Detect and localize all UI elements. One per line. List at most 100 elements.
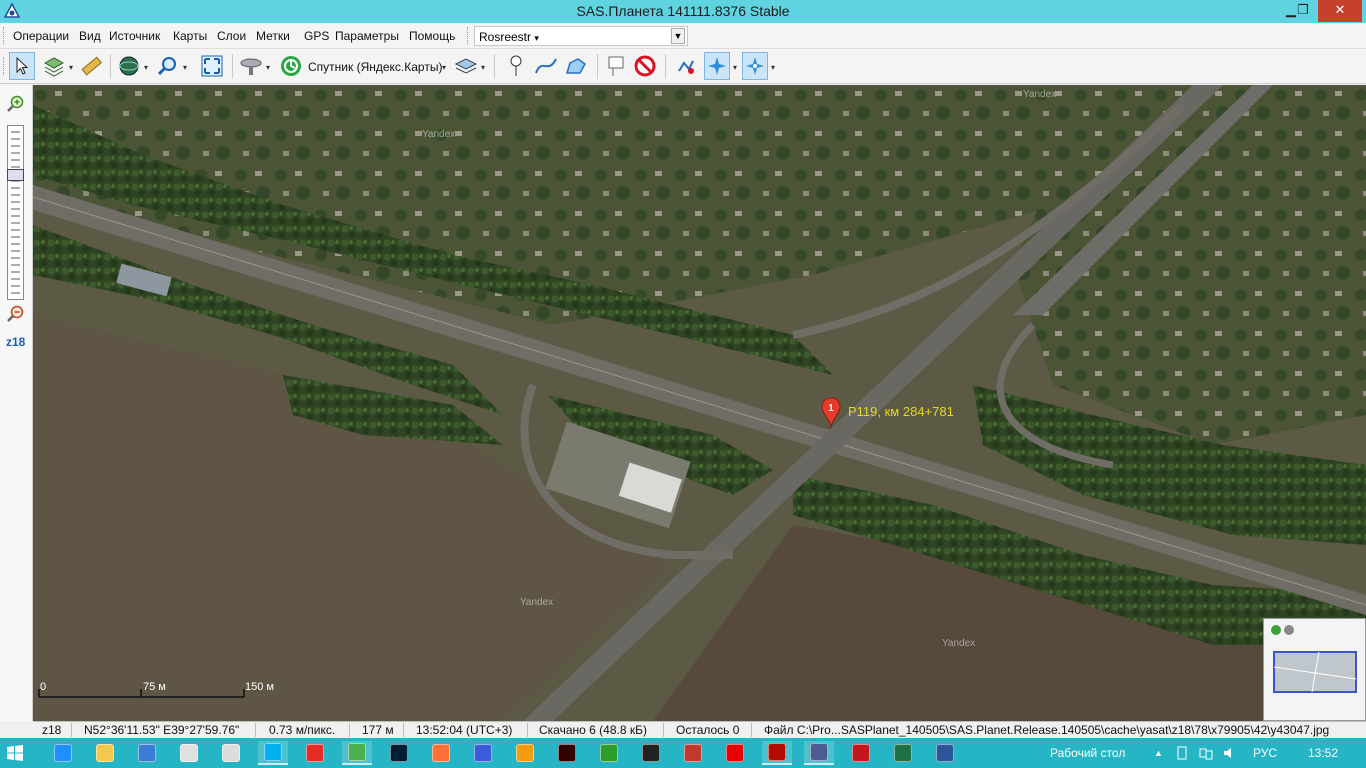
word-taskbar-button[interactable] (930, 741, 960, 765)
excel-taskbar-button[interactable] (888, 741, 918, 765)
youtube-taskbar-button[interactable] (300, 741, 330, 765)
gps-track-dropdown[interactable]: ▾ (733, 63, 737, 72)
notepad-taskbar-button[interactable] (174, 741, 204, 765)
globe-button[interactable] (116, 52, 142, 80)
chrome-icon (348, 743, 366, 761)
battery-icon[interactable] (1175, 746, 1189, 760)
antivirus-taskbar-button[interactable] (846, 741, 876, 765)
cmd-app-icon (600, 744, 618, 762)
toolbar-separator (665, 54, 666, 79)
yandex-watermark: Yandex (422, 129, 456, 140)
zoom-slider[interactable] (7, 125, 24, 300)
mark-info-button[interactable] (604, 52, 630, 80)
zoom-out-icon[interactable] (7, 305, 25, 323)
status-separator (663, 723, 664, 737)
globe-dropdown[interactable]: ▾ (144, 63, 148, 72)
cursor-tool-button[interactable] (9, 52, 35, 80)
source-select[interactable]: Rosreestr ▾ ▼ (474, 26, 688, 46)
satellite-button[interactable] (238, 52, 264, 80)
explorer-taskbar-button[interactable] (90, 741, 120, 765)
yandex-browser-taskbar-button[interactable] (720, 741, 750, 765)
audio-taskbar-button[interactable] (510, 741, 540, 765)
word-app-taskbar-button[interactable] (678, 741, 708, 765)
zoom-slider-thumb[interactable] (7, 169, 24, 181)
tray-expand-icon[interactable]: ▲ (1154, 748, 1163, 758)
ie-taskbar-button[interactable] (48, 741, 78, 765)
menu-marks[interactable]: Метки (256, 29, 290, 43)
current-map-button[interactable] (278, 52, 304, 80)
gps-connect-icon (678, 60, 694, 74)
status-downloaded: Скачано 6 (48.8 кБ) (539, 723, 647, 737)
cmd-app-taskbar-button[interactable] (594, 741, 624, 765)
add-polygon-icon (565, 58, 586, 74)
current-map-dropdown[interactable]: ▾ (442, 63, 446, 72)
menu-gps[interactable]: GPS (304, 29, 329, 43)
menu-bar: Операции Вид Источник Карты Слои Метки G… (0, 23, 1366, 49)
gps-connect-button[interactable] (673, 52, 699, 80)
status-bar: z18 N52°36'11.53" E39°27'59.76" 0.73 м/п… (33, 721, 1366, 738)
volume-icon[interactable] (1222, 746, 1236, 760)
map-layers-button[interactable] (41, 52, 67, 80)
start-button[interactable] (0, 741, 30, 765)
gps-center-button[interactable] (742, 52, 768, 80)
menu-view[interactable]: Вид (79, 29, 101, 43)
fullscreen-button[interactable] (199, 52, 225, 80)
zoom-level-label: z18 (6, 335, 26, 349)
map-view[interactable]: Yandex Yandex Yandex Yandex 1 Р119, км 2… (33, 85, 1366, 721)
calculator-taskbar-button[interactable] (132, 741, 162, 765)
taskbar-clock[interactable]: 13:52 (1308, 746, 1338, 760)
desktop-toolbar-label[interactable]: Рабочий стол (1050, 746, 1125, 760)
menu-operations[interactable]: Операции (13, 29, 69, 43)
menu-settings[interactable]: Параметры (335, 29, 399, 43)
chrome-taskbar-button[interactable] (342, 741, 372, 765)
source-grip[interactable] (467, 27, 470, 45)
file-taskbar-button[interactable] (216, 741, 246, 765)
satellite-icon (240, 58, 262, 75)
typography-taskbar-button[interactable] (636, 741, 666, 765)
current-map-label[interactable]: Спутник (Яндекс.Карты) (308, 60, 442, 74)
windows-app-icon (474, 744, 492, 762)
yandex-watermark: Yandex (520, 597, 554, 608)
photoshop-taskbar-button[interactable] (384, 741, 414, 765)
zoom-magnifier-icon (157, 57, 176, 76)
status-separator (71, 723, 72, 737)
gps-center-dropdown[interactable]: ▾ (771, 63, 775, 72)
toolbar-grip[interactable] (3, 57, 6, 75)
language-indicator[interactable]: РУС (1253, 746, 1277, 760)
zoom-slider-ticks (11, 131, 20, 294)
menu-layers[interactable]: Слои (217, 29, 246, 43)
add-placemark-button[interactable] (503, 52, 529, 80)
zoom-dropdown[interactable]: ▾ (183, 63, 187, 72)
menu-source[interactable]: Источник (109, 29, 160, 43)
illustrator-taskbar-button[interactable] (552, 741, 582, 765)
remove-marks-button[interactable] (632, 52, 658, 80)
source-select-arrow-icon[interactable]: ▼ (671, 28, 685, 44)
placemark-label[interactable]: Р119, км 284+781 (848, 404, 954, 419)
ruler-button[interactable] (78, 52, 104, 80)
add-path-button[interactable] (533, 52, 559, 80)
menu-help[interactable]: Помощь (409, 29, 455, 43)
source-value: Rosreestr ▾ (479, 30, 539, 44)
network-icon[interactable] (1199, 746, 1213, 760)
youtube-icon (306, 744, 324, 762)
gps-track-button[interactable] (704, 52, 730, 80)
map-layers-dropdown[interactable]: ▾ (69, 63, 73, 72)
add-polygon-button[interactable] (563, 52, 589, 80)
layers-dropdown[interactable]: ▾ (481, 63, 485, 72)
menu-maps[interactable]: Карты (173, 29, 207, 43)
zoom-tool-button[interactable] (154, 52, 180, 80)
zoom-in-icon[interactable] (7, 95, 25, 113)
gps-track-icon (708, 57, 726, 75)
menu-grip[interactable] (3, 27, 6, 45)
maximize-button[interactable]: ❐ (1288, 0, 1318, 22)
map-pin-icon[interactable]: 1 (821, 397, 841, 429)
skype-taskbar-button[interactable] (258, 741, 288, 765)
layers-button[interactable] (453, 52, 479, 80)
windows-app-taskbar-button[interactable] (468, 741, 498, 765)
sasplanet-taskbar-button[interactable] (804, 741, 834, 765)
satellite-dropdown[interactable]: ▾ (266, 63, 270, 72)
close-button[interactable]: ✕ (1318, 0, 1362, 22)
minimap[interactable] (1263, 618, 1366, 721)
acrobat-taskbar-button[interactable] (762, 741, 792, 765)
firefox-taskbar-button[interactable] (426, 741, 456, 765)
